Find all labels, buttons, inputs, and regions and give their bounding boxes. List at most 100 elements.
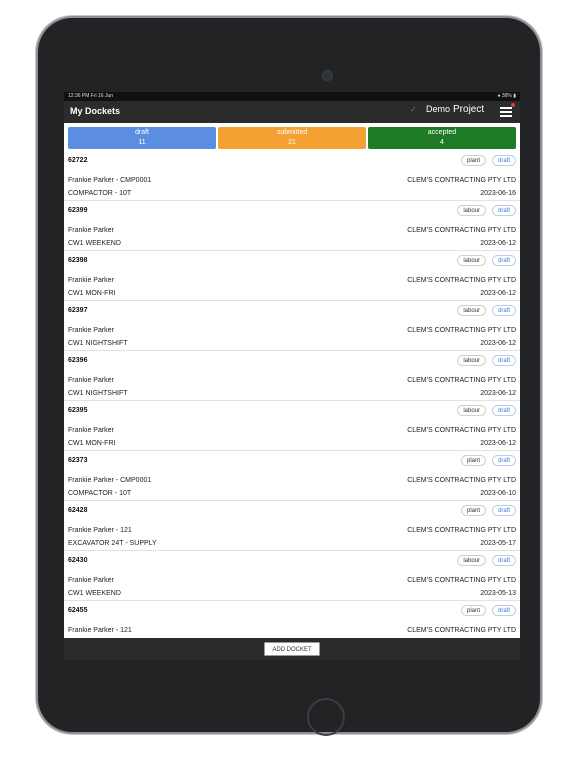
docket-type-badge: plant (460, 505, 486, 516)
docket-date: 2023-06-16 (480, 190, 516, 197)
docket-type-badge: labour (457, 305, 486, 316)
docket-person: Frankie Parker - CMP0001 (68, 477, 152, 484)
docket-item[interactable]: 62397 labour draft Frankie Parker CLEM'S… (64, 301, 520, 351)
tab-draft-label: draft (134, 129, 149, 136)
docket-number: 62398 (68, 257, 88, 264)
status-bar: 12:36 PM Fri 16 Jun ● 38% ▮ (64, 92, 520, 101)
project-name: Project (453, 104, 485, 115)
docket-person: Frankie Parker - CMP0001 (68, 177, 152, 184)
docket-company: CLEM'S CONTRACTING PTY LTD (407, 177, 516, 184)
docket-company: CLEM'S CONTRACTING PTY LTD (407, 227, 516, 234)
docket-company: CLEM'S CONTRACTING PTY LTD (407, 527, 516, 534)
docket-number: 62373 (68, 457, 88, 464)
docket-date: 2023-05-13 (480, 590, 516, 597)
tab-draft[interactable]: draft 11 (68, 127, 216, 149)
project-selector[interactable]: Demo Project (426, 104, 484, 115)
docket-item[interactable]: 62395 labour draft Frankie Parker CLEM'S… (64, 401, 520, 451)
docket-person: Frankie Parker - 121 (68, 527, 132, 534)
docket-number: 62397 (68, 307, 88, 314)
docket-type-badge: labour (457, 255, 486, 266)
docket-number: 62722 (68, 157, 88, 164)
docket-company: CLEM'S CONTRACTING PTY LTD (407, 627, 516, 634)
docket-number: 62428 (68, 507, 88, 514)
docket-status-badge: draft (491, 305, 516, 316)
docket-person: Frankie Parker (68, 277, 114, 284)
docket-company: CLEM'S CONTRACTING PTY LTD (407, 427, 516, 434)
docket-status-badge: draft (491, 505, 516, 516)
docket-type-badge: plant (460, 455, 486, 466)
docket-number: 62395 (68, 407, 88, 414)
docket-number: 62430 (68, 557, 88, 564)
docket-status-badge: draft (491, 255, 516, 266)
tab-draft-count: 11 (138, 139, 146, 146)
docket-person: Frankie Parker (68, 327, 114, 334)
docket-number: 62396 (68, 357, 88, 364)
docket-description: CW1 WEEKEND (68, 240, 121, 247)
docket-person: Frankie Parker (68, 577, 114, 584)
docket-status-badge: draft (491, 555, 516, 566)
docket-description: CW1 MON-FRI (68, 440, 116, 447)
docket-item[interactable]: 62396 labour draft Frankie Parker CLEM'S… (64, 351, 520, 401)
docket-person: Frankie Parker (68, 427, 114, 434)
docket-status-badge: draft (491, 205, 516, 216)
status-time: 12:36 PM Fri 16 Jun (68, 93, 114, 99)
home-button[interactable] (307, 698, 345, 736)
docket-status-badge: draft (491, 405, 516, 416)
tab-accepted-label: accepted (427, 129, 457, 136)
tab-accepted-count: 4 (440, 139, 444, 146)
add-docket-button[interactable]: ADD DOCKET (264, 642, 320, 656)
docket-person: Frankie Parker - 121 (68, 627, 132, 634)
docket-number: 62455 (68, 607, 88, 614)
docket-list: 62722 plant draft Frankie Parker - CMP00… (64, 151, 520, 637)
status-tabs: draft 11 submitted 21 accepted 4 (68, 127, 516, 149)
docket-item[interactable]: 62455 plant draft Frankie Parker - 121 C… (64, 601, 520, 637)
docket-description: EXCAVATOR 24T - SUPPLY (68, 540, 157, 547)
notification-dot (511, 103, 515, 107)
docket-description: CW1 WEEKEND (68, 590, 121, 597)
docket-person: Frankie Parker (68, 227, 114, 234)
docket-number: 62399 (68, 207, 88, 214)
app-screen: 12:36 PM Fri 16 Jun ● 38% ▮ My Dockets ✓… (64, 92, 520, 660)
tab-submitted-label: submitted (276, 129, 308, 136)
docket-date: 2023-06-12 (480, 240, 516, 247)
docket-company: CLEM'S CONTRACTING PTY LTD (407, 477, 516, 484)
docket-company: CLEM'S CONTRACTING PTY LTD (407, 577, 516, 584)
docket-status-badge: draft (491, 355, 516, 366)
docket-type-badge: labour (457, 355, 486, 366)
project-prefix: Demo (426, 104, 451, 114)
docket-date: 2023-06-12 (480, 440, 516, 447)
docket-type-badge: plant (460, 155, 486, 166)
docket-status-badge: draft (491, 455, 516, 466)
docket-date: 2023-06-12 (480, 290, 516, 297)
front-camera (322, 70, 333, 81)
docket-item[interactable]: 62722 plant draft Frankie Parker - CMP00… (64, 151, 520, 201)
docket-date: 2023-06-10 (480, 490, 516, 497)
docket-item[interactable]: 62398 labour draft Frankie Parker CLEM'S… (64, 251, 520, 301)
docket-item[interactable]: 62430 labour draft Frankie Parker CLEM'S… (64, 551, 520, 601)
page-title: My Dockets (70, 106, 121, 116)
docket-type-badge: labour (457, 405, 486, 416)
docket-date: 2023-06-12 (480, 340, 516, 347)
docket-description: CW1 NIGHTSHIFT (68, 340, 128, 347)
battery-indicator: ● 38% ▮ (497, 93, 516, 99)
docket-company: CLEM'S CONTRACTING PTY LTD (407, 327, 516, 334)
docket-description: COMPACTOR - 10T (68, 190, 132, 197)
check-icon: ✓ (410, 105, 417, 114)
docket-item[interactable]: 62399 labour draft Frankie Parker CLEM'S… (64, 201, 520, 251)
tab-submitted-count: 21 (288, 139, 296, 146)
docket-type-badge: labour (457, 555, 486, 566)
docket-company: CLEM'S CONTRACTING PTY LTD (407, 377, 516, 384)
docket-type-badge: plant (460, 605, 486, 616)
tab-accepted[interactable]: accepted 4 (368, 127, 516, 149)
docket-item[interactable]: 62373 plant draft Frankie Parker - CMP00… (64, 451, 520, 501)
tab-submitted[interactable]: submitted 21 (218, 127, 366, 149)
docket-item[interactable]: 62428 plant draft Frankie Parker - 121 C… (64, 501, 520, 551)
docket-status-badge: draft (491, 605, 516, 616)
docket-company: CLEM'S CONTRACTING PTY LTD (407, 277, 516, 284)
app-header: My Dockets ✓ Demo Project (64, 101, 520, 123)
docket-date: 2023-05-17 (480, 540, 516, 547)
docket-status-badge: draft (491, 155, 516, 166)
footer-bar: ADD DOCKET (64, 638, 520, 660)
docket-type-badge: labour (457, 205, 486, 216)
hamburger-menu-icon[interactable] (500, 103, 515, 117)
